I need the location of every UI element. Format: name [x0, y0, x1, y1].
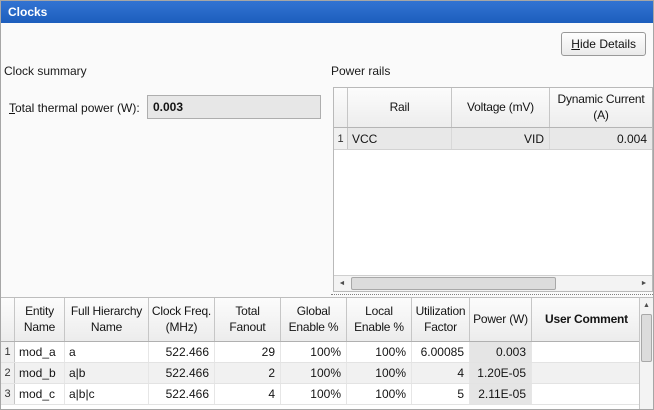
clocks-report-window: Clocks Hide Details Clock summary Total …	[0, 0, 654, 410]
cell-total-fanout[interactable]: 29	[215, 342, 281, 362]
column-header-local-enable[interactable]: Local Enable %	[347, 298, 412, 341]
column-header-dynamic-current[interactable]: Dynamic Current (A)	[550, 88, 652, 127]
cell-dynamic-current[interactable]: 0.004	[550, 128, 652, 149]
cell-power[interactable]: 0.003	[470, 342, 532, 362]
power-rails-table: Rail Voltage (mV) Dynamic Current (A) 1 …	[333, 87, 653, 292]
panel-titlebar[interactable]: Clocks	[1, 1, 653, 23]
cell-entity-name[interactable]: mod_c	[15, 384, 65, 404]
cell-entity-name[interactable]: mod_b	[15, 363, 65, 383]
hide-details-button[interactable]: Hide Details	[561, 32, 646, 56]
column-header-power[interactable]: Power (W)	[470, 298, 532, 341]
scroll-left-arrow-icon: ◄	[339, 280, 346, 287]
row-number[interactable]: 1	[334, 128, 348, 149]
power-rails-group-label: Power rails	[331, 64, 390, 78]
cell-voltage[interactable]: VID	[452, 128, 550, 149]
cell-power[interactable]: 2.11E-05	[470, 384, 532, 404]
table-row[interactable]: 3 mod_c a|b|c 522.466 4 100% 100% 5 2.11…	[1, 384, 641, 405]
clocks-table-header-row: Entity Name Full Hierarchy Name Clock Fr…	[1, 298, 641, 342]
cell-utilization-factor[interactable]: 5	[412, 384, 470, 404]
cell-rail[interactable]: VCC	[348, 128, 452, 149]
cell-full-hierarchy-name[interactable]: a|b	[65, 363, 149, 383]
power-rails-empty-area	[334, 150, 652, 275]
power-rails-header-row: Rail Voltage (mV) Dynamic Current (A)	[334, 88, 652, 128]
column-header-total-fanout[interactable]: Total Fanout	[215, 298, 281, 341]
row-number[interactable]: 1	[1, 342, 15, 362]
table-row[interactable]: 1 VCC VID 0.004	[334, 128, 652, 150]
column-header-full-hierarchy-name[interactable]: Full Hierarchy Name	[65, 298, 149, 341]
cell-clock-freq[interactable]: 522.466	[149, 342, 215, 362]
horizontal-scrollbar-thumb[interactable]	[351, 277, 556, 290]
scroll-left-button[interactable]: ◄	[334, 276, 350, 291]
cell-entity-name[interactable]: mod_a	[15, 342, 65, 362]
horizontal-scrollbar[interactable]: ◄ ►	[334, 275, 652, 291]
panel-title: Clocks	[8, 5, 47, 19]
column-header-utilization-factor[interactable]: Utilization Factor	[412, 298, 470, 341]
cell-clock-freq[interactable]: 522.466	[149, 363, 215, 383]
cell-local-enable[interactable]: 100%	[347, 363, 412, 383]
scroll-right-arrow-icon: ►	[641, 280, 648, 287]
cell-global-enable[interactable]: 100%	[281, 342, 347, 362]
cell-utilization-factor[interactable]: 4	[412, 363, 470, 383]
clocks-table: Entity Name Full Hierarchy Name Clock Fr…	[1, 297, 641, 410]
cell-utilization-factor[interactable]: 6.00085	[412, 342, 470, 362]
scroll-up-button[interactable]: ▲	[640, 298, 653, 312]
splitter-handle[interactable]	[331, 294, 653, 295]
cell-user-comment[interactable]	[532, 384, 641, 404]
column-header-global-enable[interactable]: Global Enable %	[281, 298, 347, 341]
corner-header-cell	[334, 88, 348, 127]
clock-summary-group-label: Clock summary	[4, 64, 87, 78]
column-header-rail[interactable]: Rail	[348, 88, 452, 127]
column-header-clock-freq[interactable]: Clock Freq. (MHz)	[149, 298, 215, 341]
vertical-scrollbar[interactable]: ▲	[639, 297, 653, 410]
vertical-scrollbar-thumb[interactable]	[641, 314, 652, 362]
cell-user-comment[interactable]	[532, 363, 641, 383]
column-header-user-comment[interactable]: User Comment	[532, 298, 641, 341]
row-number[interactable]: 3	[1, 384, 15, 404]
cell-local-enable[interactable]: 100%	[347, 342, 412, 362]
scroll-right-button[interactable]: ►	[636, 276, 652, 291]
cell-total-fanout[interactable]: 2	[215, 363, 281, 383]
total-thermal-power-label: Total thermal power (W):	[9, 101, 140, 115]
corner-header-cell	[1, 298, 15, 341]
cell-global-enable[interactable]: 100%	[281, 384, 347, 404]
row-number[interactable]: 2	[1, 363, 15, 383]
total-thermal-power-field[interactable]: 0.003	[147, 95, 321, 119]
cell-clock-freq[interactable]: 522.466	[149, 384, 215, 404]
table-row[interactable]: 2 mod_b a|b 522.466 2 100% 100% 4 1.20E-…	[1, 363, 641, 384]
cell-power[interactable]: 1.20E-05	[470, 363, 532, 383]
hide-details-label: Hide Details	[571, 37, 636, 51]
cell-full-hierarchy-name[interactable]: a	[65, 342, 149, 362]
cell-user-comment[interactable]	[532, 342, 641, 362]
cell-local-enable[interactable]: 100%	[347, 384, 412, 404]
scroll-up-arrow-icon: ▲	[643, 302, 650, 309]
table-row[interactable]: 1 mod_a a 522.466 29 100% 100% 6.00085 0…	[1, 342, 641, 363]
cell-full-hierarchy-name[interactable]: a|b|c	[65, 384, 149, 404]
cell-total-fanout[interactable]: 4	[215, 384, 281, 404]
cell-global-enable[interactable]: 100%	[281, 363, 347, 383]
column-header-entity-name[interactable]: Entity Name	[15, 298, 65, 341]
column-header-voltage[interactable]: Voltage (mV)	[452, 88, 550, 127]
